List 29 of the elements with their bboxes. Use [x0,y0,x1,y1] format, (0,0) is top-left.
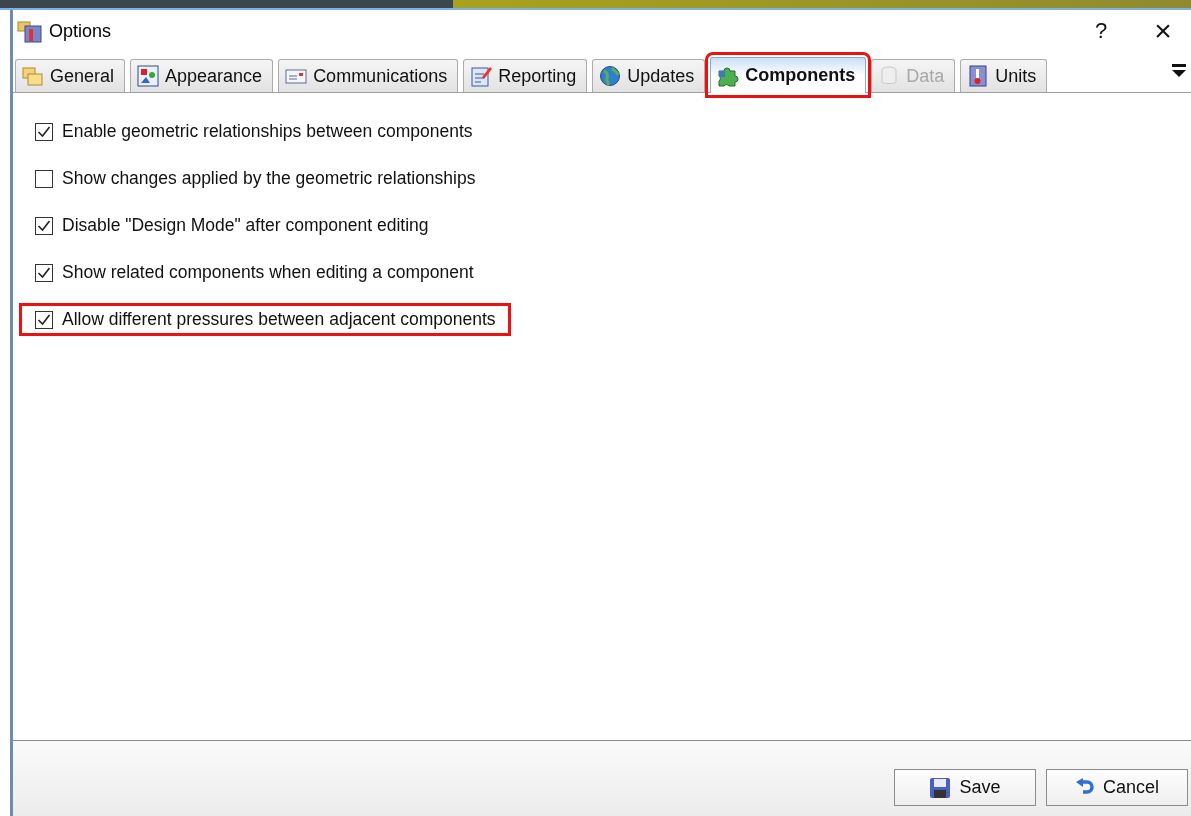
puzzle-icon [717,64,740,87]
save-button[interactable]: Save [894,769,1036,806]
thermometer-icon [967,65,990,87]
cancel-button[interactable]: Cancel [1046,769,1188,806]
tab[interactable]: General [15,59,126,92]
overflow-menu-icon[interactable] [1171,64,1187,78]
checkbox[interactable] [35,216,53,235]
app-icon [17,19,43,43]
option-label: Enable geometric relationships between components [62,121,473,142]
report-icon [470,65,493,87]
window-title: Options [49,20,113,42]
tab[interactable]: Reporting [463,59,588,92]
option-label: Show related components when editing a component [62,262,474,283]
option-label: Show changes applied by the geometric relationships [62,168,476,189]
tab[interactable]: Communications [278,59,459,92]
help-button[interactable]: ? [1073,13,1129,49]
globe-icon [599,65,622,87]
checkbox[interactable] [35,169,53,188]
tab[interactable]: Units [960,59,1048,92]
image-icon [137,65,160,87]
checkbox[interactable] [35,122,53,141]
checkbox[interactable] [35,310,53,329]
option-label: Disable "Design Mode" after component editing [62,215,429,236]
folders-icon [22,65,44,87]
checkbox[interactable] [35,263,53,282]
tab[interactable]: Appearance [130,59,274,92]
close-button[interactable]: × [1135,13,1191,49]
tab[interactable]: Updates [592,59,706,92]
option-label: Allow different pressures between adjacent components [62,309,496,330]
